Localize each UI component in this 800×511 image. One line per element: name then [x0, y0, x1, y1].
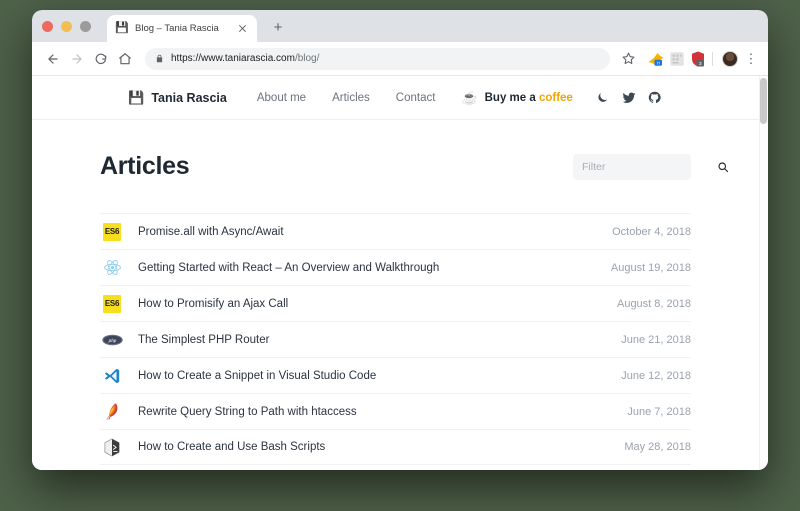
- maximize-window-button[interactable]: [80, 21, 91, 32]
- table-row[interactable]: ES6 How to Promisify an Ajax Call August…: [100, 285, 691, 321]
- new-tab-button[interactable]: +: [269, 19, 287, 37]
- page-title: Articles: [100, 152, 190, 180]
- address-bar[interactable]: https://www.taniarascia.com/blog/: [145, 47, 610, 70]
- lock-icon: [155, 54, 164, 63]
- main-content: Articles ES6 Promise.all with: [32, 120, 759, 465]
- site-logo-text: Tania Rascia: [151, 90, 227, 105]
- bookmark-star-icon[interactable]: [616, 47, 640, 71]
- table-row[interactable]: Getting Started with React – An Overview…: [100, 249, 691, 285]
- browser-window: 💾 Blog – Tania Rascia + https://www.tani…: [32, 10, 768, 470]
- page-viewport: 💾 Tania Rascia About me Articles Contact…: [32, 76, 768, 470]
- apache-feather-icon: [100, 402, 124, 422]
- extension-icon-grammar[interactable]: [668, 50, 686, 68]
- title-row: Articles: [100, 152, 729, 181]
- article-date: June 21, 2018: [621, 333, 691, 346]
- table-row[interactable]: Rewrite Query String to Path with htacce…: [100, 393, 691, 429]
- avatar[interactable]: [722, 50, 738, 67]
- bash-icon: [100, 437, 124, 457]
- coffee-cup-icon: ☕: [461, 89, 478, 105]
- es6-icon: ES6: [100, 222, 124, 242]
- article-title[interactable]: How to Promisify an Ajax Call: [138, 298, 605, 310]
- nav-about-me[interactable]: About me: [257, 92, 306, 104]
- table-row[interactable]: How to Create and Use Bash Scripts May 2…: [100, 429, 691, 465]
- article-date: June 12, 2018: [621, 369, 691, 382]
- url-path: /blog/: [294, 53, 320, 64]
- web-page: 💾 Tania Rascia About me Articles Contact…: [32, 76, 759, 470]
- browser-toolbar: https://www.taniarascia.com/blog/ H 3 ⋮: [32, 42, 768, 76]
- buy-coffee-accent: coffee: [538, 91, 573, 104]
- github-icon[interactable]: [647, 91, 663, 104]
- article-title[interactable]: Getting Started with React – An Overview…: [138, 262, 599, 274]
- close-window-button[interactable]: [42, 21, 53, 32]
- es6-icon: ES6: [100, 294, 124, 314]
- es6-icon-label: ES6: [103, 222, 121, 241]
- es6-icon-label: ES6: [103, 294, 121, 313]
- url-origin: https://www.taniarascia.com: [171, 53, 295, 64]
- article-date: October 4, 2018: [612, 225, 691, 238]
- article-date: August 8, 2018: [616, 297, 691, 310]
- article-date: June 7, 2018: [627, 405, 691, 418]
- search-icon[interactable]: [717, 161, 729, 173]
- tab-favicon-floppy-disk-icon: 💾: [115, 22, 129, 34]
- react-icon: [100, 258, 124, 278]
- svg-text:3: 3: [699, 61, 702, 67]
- home-icon[interactable]: [113, 47, 137, 71]
- table-row[interactable]: How to Create a Snippet in Visual Studio…: [100, 357, 691, 393]
- table-row[interactable]: php The Simplest PHP Router June 21, 201…: [100, 321, 691, 357]
- svg-text:php: php: [107, 337, 116, 342]
- site-logo[interactable]: 💾 Tania Rascia: [128, 90, 227, 106]
- table-row[interactable]: ES6 Promise.all with Async/Await October…: [100, 213, 691, 249]
- tab-close-icon[interactable]: [236, 22, 249, 35]
- buy-coffee-label: Buy me a coffee: [485, 92, 573, 104]
- toolbar-divider: [712, 51, 713, 66]
- article-date: August 19, 2018: [610, 261, 691, 274]
- extension-icon-honey[interactable]: H: [647, 50, 665, 68]
- article-title[interactable]: Promise.all with Async/Await: [138, 226, 600, 238]
- nav-contact[interactable]: Contact: [396, 92, 436, 104]
- twitter-icon[interactable]: [621, 91, 637, 105]
- vscode-icon: [100, 366, 124, 386]
- filter-search-box[interactable]: [573, 153, 729, 180]
- page-scrollbar[interactable]: [759, 76, 768, 470]
- address-bar-url: https://www.taniarascia.com/blog/: [171, 53, 319, 64]
- browser-menu-icon[interactable]: ⋮: [743, 52, 759, 65]
- filter-input[interactable]: [582, 160, 717, 173]
- forward-icon[interactable]: [65, 47, 89, 71]
- buy-coffee-text: Buy me a: [484, 91, 539, 104]
- php-icon: php: [100, 330, 124, 350]
- browser-tab[interactable]: 💾 Blog – Tania Rascia: [107, 15, 257, 42]
- article-title[interactable]: Rewrite Query String to Path with htacce…: [138, 406, 615, 418]
- article-title[interactable]: How to Create a Snippet in Visual Studio…: [138, 370, 609, 382]
- window-traffic-lights: [42, 21, 91, 32]
- reload-icon[interactable]: [89, 47, 113, 71]
- extension-icon-adblock[interactable]: 3: [689, 50, 707, 68]
- tab-title: Blog – Tania Rascia: [135, 23, 219, 34]
- nav-articles[interactable]: Articles: [332, 92, 370, 104]
- article-date: May 28, 2018: [624, 441, 691, 453]
- minimize-window-button[interactable]: [61, 21, 72, 32]
- back-icon[interactable]: [41, 47, 65, 71]
- article-list: ES6 Promise.all with Async/Await October…: [100, 213, 691, 465]
- site-header: 💾 Tania Rascia About me Articles Contact…: [32, 76, 759, 120]
- floppy-disk-icon: 💾: [128, 89, 145, 105]
- svg-text:H: H: [657, 60, 660, 65]
- article-title[interactable]: The Simplest PHP Router: [138, 334, 609, 346]
- dark-mode-moon-icon[interactable]: [595, 91, 611, 104]
- article-title[interactable]: How to Create and Use Bash Scripts: [138, 441, 612, 453]
- scrollbar-thumb[interactable]: [760, 78, 767, 124]
- tab-strip: 💾 Blog – Tania Rascia +: [32, 10, 768, 42]
- buy-me-a-coffee-link[interactable]: ☕ Buy me a coffee: [461, 90, 572, 106]
